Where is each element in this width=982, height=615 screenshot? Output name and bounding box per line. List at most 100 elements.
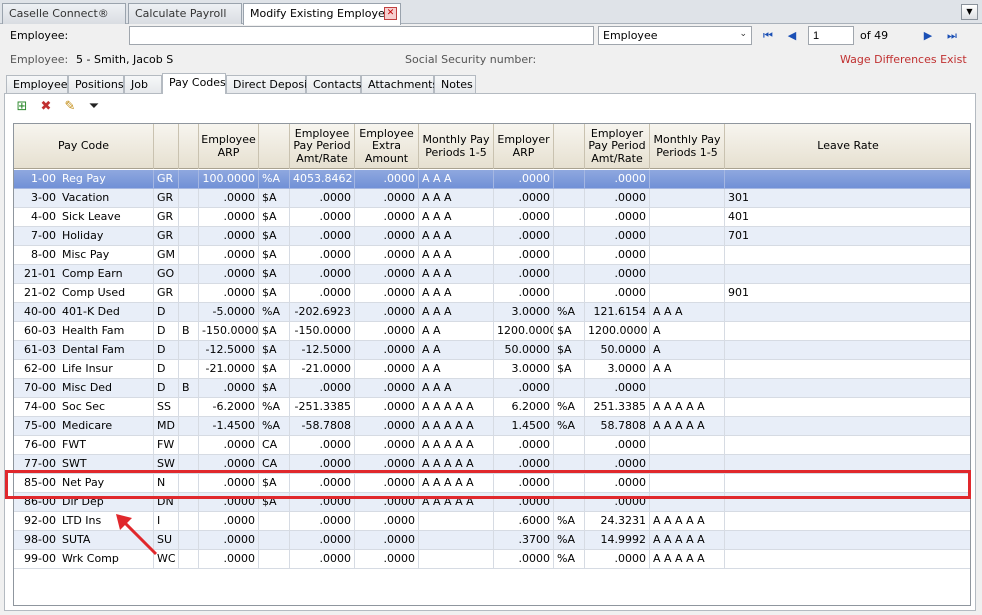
tab-calculate-payroll[interactable]: Calculate Payroll — [128, 3, 242, 24]
table-cell: A A A A A — [419, 455, 494, 474]
table-cell — [725, 398, 970, 417]
table-row[interactable]: 1-00 Reg Pay GR 100.0000 %A 4053.8462.0000 A A… — [14, 170, 970, 189]
table-cell — [650, 379, 725, 398]
table-cell: GR — [154, 284, 179, 303]
table-cell: .0000 — [585, 550, 650, 569]
table-row[interactable]: 77-00 SWT SW .0000 CA .0000.0000 A A A A A .000… — [14, 455, 970, 474]
table-cell — [179, 284, 199, 303]
table-cell: .0000 — [290, 284, 355, 303]
table-cell — [725, 265, 970, 284]
table-row[interactable]: 62-00 Life Insur D -21.0000 $A -21.0000.0000 A… — [14, 360, 970, 379]
table-cell: Health Fam — [59, 322, 154, 341]
table-row[interactable]: 61-03 Dental Fam D -12.5000 $A -12.5000.0000 A… — [14, 341, 970, 360]
tab-modify-existing-employees[interactable]: Modify Existing Employees ✕ — [243, 3, 401, 25]
table-row[interactable]: 85-00 Net Pay N .0000 $A .0000.0000 A A A A A.… — [14, 474, 970, 493]
table-cell: B — [179, 379, 199, 398]
table-cell — [725, 455, 970, 474]
table-cell: %A — [554, 550, 585, 569]
column-header[interactable]: Employee Pay Period Amt/Rate — [290, 124, 355, 169]
tab-attachments[interactable]: Attachments — [361, 75, 438, 94]
table-cell: .0000 — [290, 379, 355, 398]
table-row[interactable]: 8-00 Misc Pay GM .0000 $A .0000.0000 A A A .000… — [14, 246, 970, 265]
table-row[interactable]: 92-00 LTD Ins I .0000.0000.0000.6000 %A 24.32… — [14, 512, 970, 531]
tab-notes[interactable]: Notes — [434, 75, 476, 94]
table-cell: %A — [554, 417, 585, 436]
last-record-icon[interactable]: ⏭ — [944, 28, 960, 44]
table-cell — [419, 550, 494, 569]
table-row[interactable]: 74-00 Soc Sec SS -6.2000 %A -251.3385.0000 A A… — [14, 398, 970, 417]
table-cell — [554, 284, 585, 303]
table-cell — [179, 227, 199, 246]
column-header[interactable]: Monthly Pay Periods 1-5 — [650, 124, 725, 169]
tab-direct-deposit[interactable]: Direct Deposit — [226, 75, 311, 94]
table-row[interactable]: 98-00 SUTA SU .0000.0000.0000.3700 %A 14.9992… — [14, 531, 970, 550]
column-header[interactable] — [259, 124, 290, 169]
table-row[interactable]: 99-00 Wrk Comp WC .0000.0000.0000.0000 %A .00… — [14, 550, 970, 569]
employee-search-input[interactable] — [129, 26, 594, 45]
tab-pay-codes[interactable]: Pay Codes — [162, 73, 226, 94]
table-cell: .0000 — [494, 189, 554, 208]
tab-contacts[interactable]: Contacts — [306, 75, 362, 94]
table-cell: .0000 — [355, 398, 419, 417]
column-header[interactable]: Monthly Pay Periods 1-5 — [419, 124, 494, 169]
column-header[interactable] — [179, 124, 199, 169]
tab-employee[interactable]: Employee — [6, 75, 68, 94]
record-number-input[interactable] — [808, 26, 854, 45]
table-cell: A A A A A — [650, 550, 725, 569]
table-cell: Comp Earn — [59, 265, 154, 284]
table-row[interactable]: 21-01 Comp Earn GO .0000 $A .0000.0000 A A A .0… — [14, 265, 970, 284]
column-header[interactable]: Pay Code — [14, 124, 154, 169]
pay-code-number: 60-03 — [14, 322, 59, 341]
table-cell — [179, 360, 199, 379]
previous-record-icon[interactable]: ◀ — [784, 28, 800, 44]
table-row[interactable]: 40-00 401-K Ded D -5.0000 %A -202.6923.0000 A … — [14, 303, 970, 322]
table-row[interactable]: 70-00 Misc Ded D B .0000 $A .0000.0000 A A A .00… — [14, 379, 970, 398]
tab-label: Notes — [441, 78, 473, 91]
next-record-icon[interactable]: ▶ — [920, 28, 936, 44]
table-cell — [725, 379, 970, 398]
add-icon[interactable]: ⊞ — [13, 98, 31, 116]
table-cell — [554, 227, 585, 246]
tab-positions[interactable]: Positions — [68, 75, 124, 94]
table-cell: .0000 — [199, 436, 259, 455]
first-record-icon[interactable]: ⏮ — [760, 28, 776, 44]
column-header[interactable] — [154, 124, 179, 169]
edit-icon[interactable]: ✎ — [61, 98, 79, 116]
table-row[interactable]: 21-02 Comp Used GR .0000 $A .0000.0000 A A A .0… — [14, 284, 970, 303]
table-row[interactable]: 76-00 FWT FW .0000 CA .0000.0000 A A A A A .000… — [14, 436, 970, 455]
table-cell: 100.0000 — [199, 170, 259, 189]
tab-menu-chevron-down-icon[interactable]: ▼ — [961, 4, 978, 20]
pay-code-number: 40-00 — [14, 303, 59, 322]
column-header[interactable]: Leave Rate — [725, 124, 970, 169]
tab-label: Job — [131, 78, 148, 91]
table-row[interactable]: 75-00 Medicare MD -1.4500 %A -58.7808.0000 A A… — [14, 417, 970, 436]
tab-job[interactable]: Job — [124, 75, 162, 94]
column-header[interactable]: Employer ARP — [494, 124, 554, 169]
tab-label: Attachments — [368, 78, 439, 91]
table-cell: .0000 — [355, 455, 419, 474]
table-cell: .0000 — [199, 550, 259, 569]
filter-icon[interactable]: ⏷ — [85, 98, 103, 116]
column-header[interactable]: Employee Extra Amount — [355, 124, 419, 169]
column-header[interactable] — [554, 124, 585, 169]
table-row[interactable]: 4-00 Sick Leave GR .0000 $A .0000.0000 A A A .0… — [14, 208, 970, 227]
table-cell — [650, 208, 725, 227]
table-row[interactable]: 60-03 Health Fam D B -150.0000 $A -150.0000.00… — [14, 322, 970, 341]
close-icon[interactable]: ✕ — [384, 7, 397, 20]
delete-icon[interactable]: ✖ — [37, 98, 55, 116]
table-row[interactable]: 86-00 Dir Dep DN .0000 $A .0000.0000 A A A A A… — [14, 493, 970, 512]
table-row[interactable]: 7-00 Holiday GR .0000 $A .0000.0000 A A A .0000… — [14, 227, 970, 246]
table-cell: .0000 — [355, 170, 419, 189]
column-header[interactable]: Employee ARP — [199, 124, 259, 169]
lookup-type-select[interactable]: Employee ⌄ — [598, 26, 752, 45]
table-row[interactable]: 3-00 Vacation GR .0000 $A .0000.0000 A A A .000… — [14, 189, 970, 208]
table-cell: 50.0000 — [585, 341, 650, 360]
table-cell: SS — [154, 398, 179, 417]
table-cell: %A — [259, 170, 290, 189]
table-cell: .0000 — [494, 170, 554, 189]
table-cell — [650, 265, 725, 284]
tab-caselle-connect[interactable]: Caselle Connect® — [2, 3, 126, 24]
column-header[interactable]: Employer Pay Period Amt/Rate — [585, 124, 650, 169]
table-cell: .0000 — [290, 246, 355, 265]
table-cell — [179, 341, 199, 360]
